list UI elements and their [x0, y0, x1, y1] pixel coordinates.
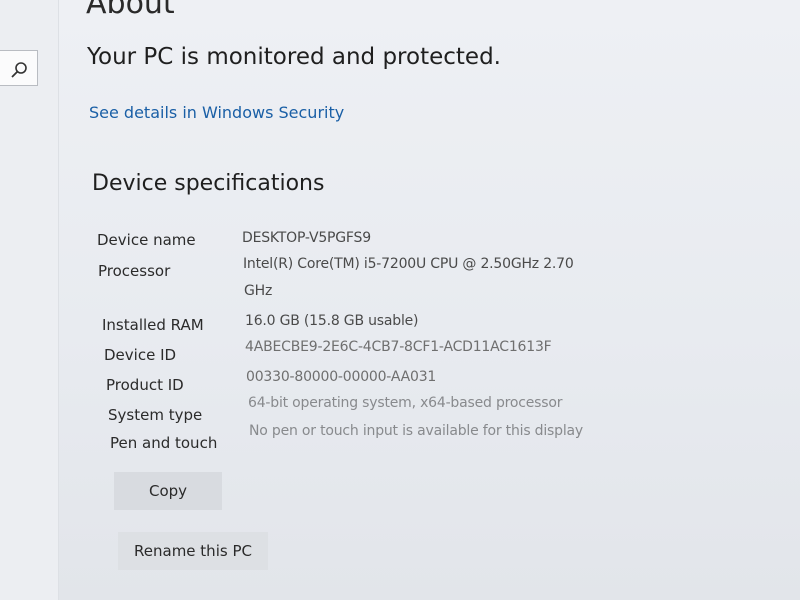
- spec-value-processor: Intel(R) Core(TM) i5-7200U CPU @ 2.50GHz…: [243, 256, 574, 272]
- spec-label-system-type: System type: [108, 406, 203, 424]
- search-icon: [11, 62, 27, 78]
- sidebar: [0, 0, 59, 600]
- spec-label-device-id: Device ID: [104, 346, 177, 364]
- spec-value-pen-and-touch: No pen or touch input is available for t…: [249, 423, 583, 439]
- spec-label-product-id: Product ID: [106, 376, 184, 394]
- page-title: About: [86, 0, 175, 21]
- spec-value-system-type: 64-bit operating system, x64-based proce…: [248, 395, 563, 411]
- spec-label-installed-ram: Installed RAM: [102, 316, 204, 334]
- protection-status: Your PC is monitored and protected.: [87, 44, 501, 70]
- spec-label-device-name: Device name: [97, 231, 196, 249]
- spec-label-processor: Processor: [98, 262, 171, 280]
- spec-label-pen-and-touch: Pen and touch: [110, 434, 218, 452]
- spec-value-product-id: 00330-80000-00000-AA031: [246, 369, 437, 385]
- spec-value-processor-cont: GHz: [244, 283, 273, 299]
- spec-value-installed-ram: 16.0 GB (15.8 GB usable): [245, 313, 419, 329]
- rename-pc-button[interactable]: Rename this PC: [118, 532, 268, 570]
- copy-button[interactable]: Copy: [114, 472, 222, 510]
- spec-value-device-name: DESKTOP-V5PGFS9: [242, 230, 371, 246]
- windows-security-link[interactable]: See details in Windows Security: [89, 103, 344, 122]
- search-button[interactable]: [0, 50, 38, 86]
- device-specifications-heading: Device specifications: [92, 171, 325, 196]
- settings-window: About Your PC is monitored and protected…: [0, 0, 800, 600]
- spec-value-device-id: 4ABECBE9-2E6C-4CB7-8CF1-ACD11AC1613F: [245, 339, 552, 355]
